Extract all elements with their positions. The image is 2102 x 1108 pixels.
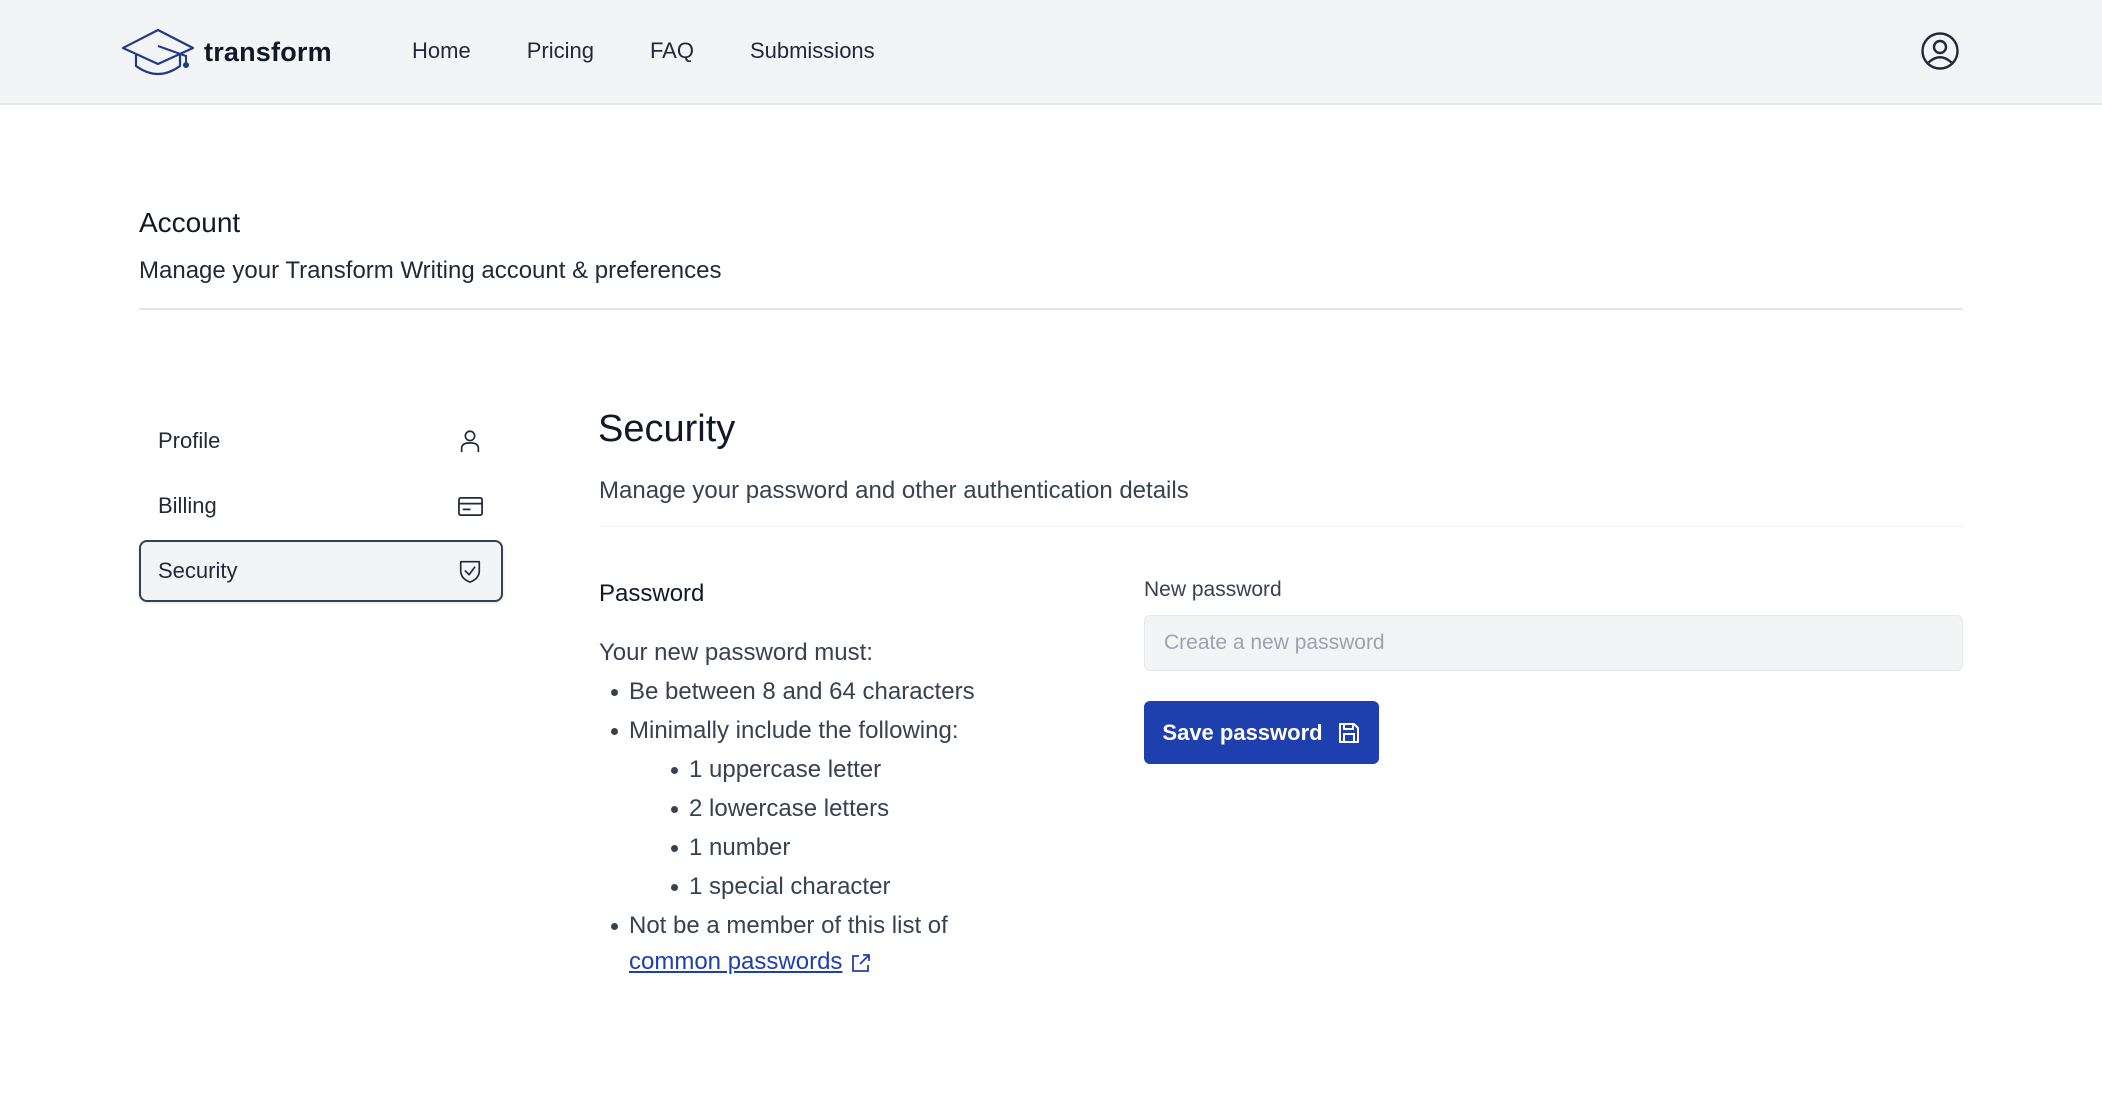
sidebar-item-profile[interactable]: Profile [139, 410, 503, 472]
list-item: Not be a member of this list of common p… [599, 906, 1039, 979]
new-password-field[interactable] [1144, 615, 1963, 671]
list-item: 2 lowercase letters [659, 789, 1039, 828]
save-password-button[interactable]: Save password [1144, 701, 1379, 764]
list-item: 1 uppercase letter [659, 750, 1039, 789]
list-item-text: Not be a member of this list of [629, 912, 948, 939]
list-item: Be between 8 and 64 characters [599, 672, 1039, 711]
requirements-intro: Your new password must: [599, 639, 873, 666]
sidebar-item-security[interactable]: Security [139, 540, 503, 602]
graduation-cap-icon [121, 28, 195, 76]
list-item: 1 number [659, 828, 1039, 867]
include-list: 1 uppercase letter 2 lowercase letters 1… [659, 750, 1039, 906]
sidebar-item-label: Profile [158, 428, 221, 453]
section-title: Security [598, 408, 736, 450]
sidebar-item-label: Billing [158, 493, 217, 518]
divider [599, 526, 1963, 527]
nav-faq[interactable]: FAQ [650, 38, 694, 64]
nav-pricing[interactable]: Pricing [527, 38, 594, 64]
page-title: Account [139, 207, 241, 238]
user-circle-icon [1921, 32, 1959, 70]
common-passwords-link[interactable]: common passwords [629, 948, 842, 975]
credit-card-icon [456, 492, 484, 520]
password-requirements: Your new password must: Be between 8 and… [599, 633, 1039, 979]
new-password-label: New password [1144, 578, 1282, 601]
save-button-label: Save password [1162, 719, 1323, 745]
requirements-list: Be between 8 and 64 characters Minimally… [599, 672, 1039, 979]
top-navbar: transform Home Pricing FAQ Submissions [0, 0, 2102, 105]
user-menu-button[interactable] [1920, 31, 1960, 71]
nav-submissions[interactable]: Submissions [750, 38, 875, 64]
sidebar-item-billing[interactable]: Billing [139, 475, 503, 537]
main-nav: Home Pricing FAQ Submissions [412, 38, 931, 64]
user-icon [456, 427, 484, 455]
external-link-icon[interactable] [850, 952, 872, 974]
password-heading: Password [599, 580, 705, 607]
list-item: Minimally include the following: 1 upper… [599, 711, 1039, 906]
sidebar-item-label: Security [158, 558, 238, 583]
nav-home[interactable]: Home [412, 38, 471, 64]
list-item-text: Minimally include the following: [629, 717, 959, 744]
common-passwords-row: common passwords [629, 945, 1039, 979]
brand-logo[interactable]: transform [120, 26, 332, 78]
page-subtitle: Manage your Transform Writing account & … [139, 257, 722, 284]
list-item: 1 special character [659, 867, 1039, 906]
divider [139, 308, 1963, 310]
section-subtitle: Manage your password and other authentic… [599, 477, 1189, 504]
brand-name: transform [204, 36, 332, 67]
save-icon [1338, 722, 1359, 743]
shield-check-icon [456, 557, 484, 585]
